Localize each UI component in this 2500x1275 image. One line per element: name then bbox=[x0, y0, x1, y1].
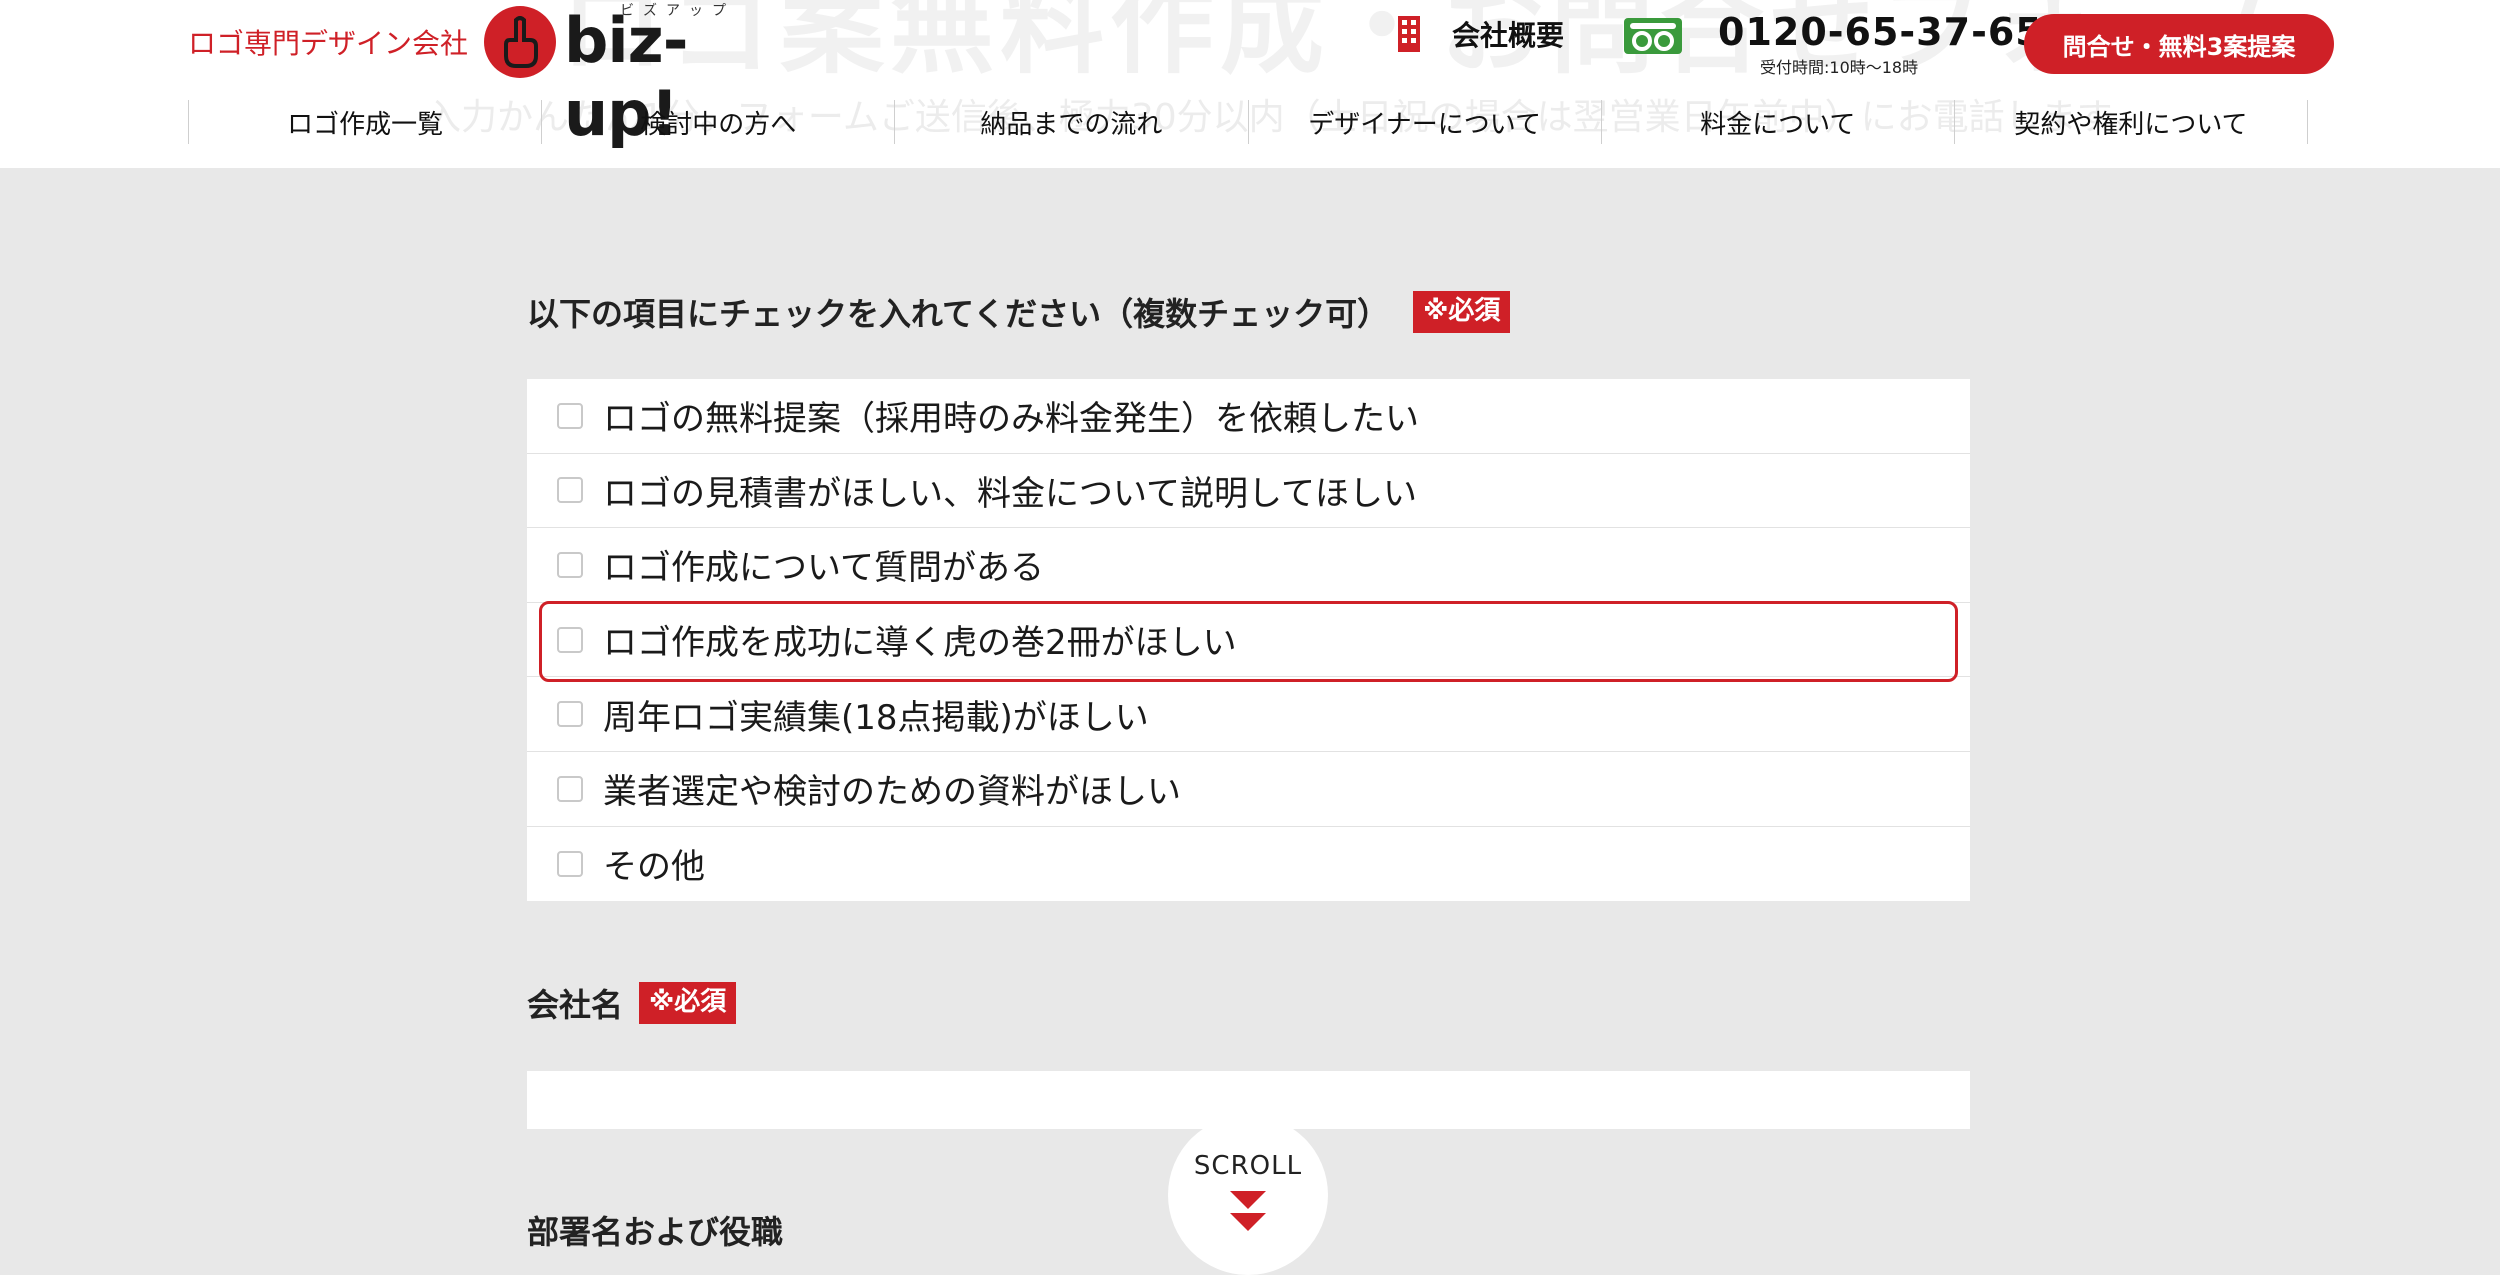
checkbox[interactable] bbox=[557, 551, 583, 578]
building-icon bbox=[1398, 16, 1420, 52]
company-name-field-label: 会社名 ※必須 bbox=[527, 980, 737, 1026]
checkbox-option-estimate[interactable]: ロゴの見積書がほしい、料金について説明してほしい bbox=[527, 454, 1970, 529]
required-badge: ※必須 bbox=[1413, 291, 1511, 333]
company-name-label-text: 会社名 bbox=[527, 986, 624, 1024]
nav-delivery-flow[interactable]: 納品までの流れ bbox=[894, 100, 1247, 144]
department-label-text: 部署名および役職 bbox=[527, 1213, 784, 1251]
checkbox[interactable] bbox=[557, 477, 583, 504]
required-badge: ※必須 bbox=[639, 982, 737, 1024]
request-checklist: ロゴの無料提案（採用時のみ料金発生）を依頼したい ロゴの見積書がほしい、料金につ… bbox=[527, 379, 1970, 901]
checkbox-label: ロゴ作成を成功に導く虎の巻2冊がほしい bbox=[603, 623, 1237, 664]
checkbox-label: ロゴの無料提案（採用時のみ料金発生）を依頼したい bbox=[603, 399, 1419, 440]
checklist-label-text: 以下の項目にチェックを入れてください（複数チェック可） bbox=[527, 295, 1390, 333]
freedial-icon bbox=[1624, 18, 1682, 54]
checkbox-option-question[interactable]: ロゴ作成について質問がある bbox=[527, 528, 1970, 603]
checkbox-option-anniversary-collection[interactable]: 周年ロゴ実績集(18点掲載)がほしい bbox=[527, 677, 1970, 752]
site-header: ロゴ案無料作成・お問合せフォーム 入力かんたん1分。フォームご送信後、極力30分… bbox=[0, 0, 2500, 168]
nav-designers[interactable]: デザイナーについて bbox=[1247, 100, 1601, 144]
pointing-hand-icon bbox=[484, 6, 556, 78]
company-profile-label: 会社概要 bbox=[1452, 19, 1565, 52]
checkbox[interactable] bbox=[557, 850, 583, 877]
nav-contract-rights[interactable]: 契約や権利について bbox=[1953, 100, 2309, 144]
checkbox[interactable] bbox=[557, 701, 583, 728]
checkbox[interactable] bbox=[557, 402, 583, 429]
checkbox-label: ロゴ作成について質問がある bbox=[603, 548, 1044, 589]
scroll-indicator[interactable]: SCROLL bbox=[1168, 1115, 1328, 1275]
checkbox[interactable] bbox=[557, 775, 583, 802]
checkbox-option-guidebooks[interactable]: ロゴ作成を成功に導く虎の巻2冊がほしい bbox=[527, 600, 1970, 682]
phone-hours: 受付時間:10時〜18時 bbox=[1760, 58, 1919, 77]
site-logo[interactable]: ビズアップ biz-up! bbox=[484, 3, 764, 150]
scroll-label: SCROLL bbox=[1193, 1151, 1303, 1181]
checkbox-label: その他 bbox=[603, 847, 705, 888]
header-tagline: ロゴ専門デザイン会社 bbox=[188, 27, 469, 60]
global-nav: ロゴ作成一覧 検討中の方へ 納品までの流れ デザイナーについて 料金について 契… bbox=[188, 100, 2309, 144]
nav-logo-list[interactable]: ロゴ作成一覧 bbox=[188, 100, 541, 144]
inquiry-cta-button[interactable]: 問合せ・無料3案提案 bbox=[2024, 14, 2334, 74]
checkbox-option-vendor-materials[interactable]: 業者選定や検討のための資料がほしい bbox=[527, 752, 1970, 827]
checklist-field-label: 以下の項目にチェックを入れてください（複数チェック可） ※必須 bbox=[527, 289, 1511, 335]
checkbox-option-free-proposal[interactable]: ロゴの無料提案（採用時のみ料金発生）を依頼したい bbox=[527, 379, 1970, 454]
checkbox-option-other[interactable]: その他 bbox=[527, 827, 1970, 902]
checkbox-label: ロゴの見積書がほしい、料金について説明してほしい bbox=[603, 473, 1417, 514]
nav-pricing[interactable]: 料金について bbox=[1600, 100, 1954, 144]
checkbox-label: 周年ロゴ実績集(18点掲載)がほしい bbox=[603, 697, 1149, 738]
double-chevron-down-icon bbox=[1230, 1191, 1266, 1231]
company-profile-link[interactable]: 会社概要 bbox=[1396, 12, 1564, 56]
nav-considering[interactable]: 検討中の方へ bbox=[541, 100, 894, 144]
department-field-label: 部署名および役職 bbox=[527, 1207, 783, 1253]
checkbox[interactable] bbox=[557, 626, 583, 653]
phone-number[interactable]: 0120-65-37-65 bbox=[1718, 10, 2043, 54]
checkbox-label: 業者選定や検討のための資料がほしい bbox=[603, 772, 1181, 813]
